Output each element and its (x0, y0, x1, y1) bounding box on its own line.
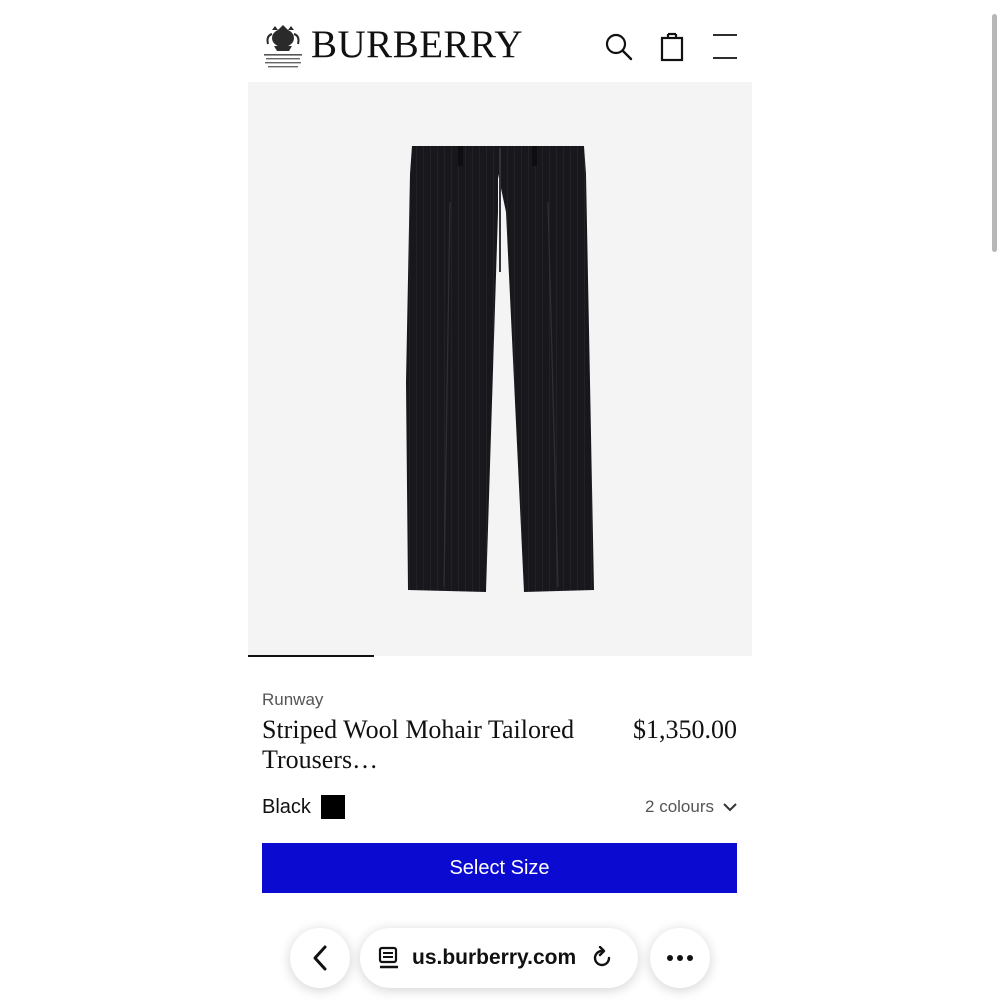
shopping-bag-icon[interactable] (658, 32, 688, 62)
reader-icon[interactable] (378, 946, 400, 970)
select-size-label: Select Size (449, 856, 550, 879)
scrollbar[interactable] (992, 14, 997, 252)
more-button[interactable] (650, 928, 710, 988)
colour-label: Black (262, 796, 311, 818)
phone-screen: BURBERRY Runway Striped Wool Mohair Tail… (248, 0, 997, 1000)
product-image[interactable] (248, 82, 752, 656)
site-header: BURBERRY (248, 0, 752, 82)
url-text: us.burberry.com (412, 946, 577, 969)
brand-logo[interactable]: BURBERRY (311, 25, 523, 64)
select-size-button[interactable]: Select Size (262, 843, 737, 893)
product-price: $1,350.00 (633, 715, 737, 744)
reload-icon[interactable] (590, 946, 614, 970)
carousel-indicator (248, 655, 374, 657)
colour-swatch[interactable] (321, 795, 345, 819)
chevron-down-icon (723, 803, 737, 812)
address-bar[interactable]: us.burberry.com (360, 928, 638, 988)
colours-dropdown[interactable]: 2 colours (645, 797, 738, 817)
menu-icon[interactable] (710, 32, 740, 62)
royal-warrant-crest-icon (264, 25, 302, 68)
back-button[interactable] (290, 928, 350, 988)
more-icon (667, 955, 693, 961)
product-title: Striped Wool Mohair Tailored Trousers… (262, 715, 575, 774)
colours-count: 2 colours (645, 797, 714, 816)
back-chevron-icon (313, 945, 327, 971)
trousers-image (406, 146, 594, 592)
search-icon[interactable] (604, 32, 634, 62)
product-collection: Runway (262, 690, 324, 709)
